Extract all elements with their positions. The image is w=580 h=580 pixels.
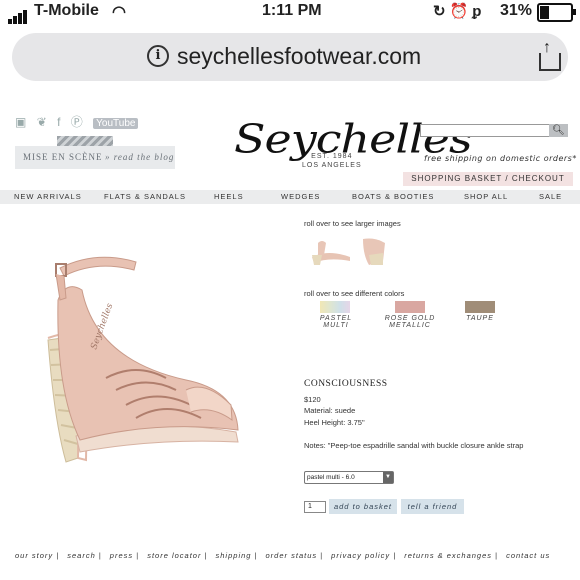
status-icons: ↻⏰ᵱ xyxy=(433,2,485,20)
thumbnail-2[interactable] xyxy=(355,235,401,267)
size-select[interactable]: pastel multi - 6.0 ▼ xyxy=(304,471,394,484)
swatch-rose-gold[interactable] xyxy=(395,301,425,313)
logo-tagline: EST. 1984 LOS ANGELES xyxy=(302,152,362,170)
nav-wedges[interactable]: WEDGES xyxy=(281,190,320,204)
social-links: ▣ ❦ f Ⓟ YouTube xyxy=(15,113,145,130)
product-material: Material: suede xyxy=(304,406,356,415)
signal-icon xyxy=(8,6,28,24)
blog-title: MISE EN SCÈNE xyxy=(23,152,103,162)
carrier-name: T-Mobile xyxy=(34,2,99,19)
footer-contact-us[interactable]: contact us xyxy=(506,551,550,560)
nav-shop-all[interactable]: SHOP ALL xyxy=(464,190,508,204)
footer-privacy-policy[interactable]: privacy policy xyxy=(331,551,390,560)
twitter-icon[interactable]: ❦ xyxy=(37,115,47,129)
tell-a-friend-button[interactable]: tell a friend xyxy=(401,499,464,514)
battery-percent: 31% xyxy=(500,2,533,19)
product-notes: Notes: "Peep-toe espadrille sandal with … xyxy=(304,441,524,450)
footer-order-status[interactable]: order status xyxy=(266,551,318,560)
product-image[interactable]: Seychelles xyxy=(36,240,258,472)
search-input[interactable] xyxy=(420,124,550,137)
roll-images-label: roll over to see larger images xyxy=(304,219,401,228)
footer-returns-exchanges[interactable]: returns & exchanges xyxy=(404,551,492,560)
youtube-icon[interactable]: YouTube xyxy=(93,118,139,129)
add-to-basket-button[interactable]: add to basket xyxy=(329,499,397,514)
blog-banner[interactable]: MISE EN SCÈNE » read the blog xyxy=(15,146,175,169)
free-shipping-note: free shipping on domestic orders* xyxy=(424,154,577,163)
roll-colors-label: roll over to see different colors xyxy=(304,289,405,298)
bluetooth-icon: ᵱ xyxy=(472,3,486,20)
search-icon[interactable]: 🔍︎ xyxy=(549,124,568,137)
nav-flats-sandals[interactable]: FLATS & SANDALS xyxy=(104,190,186,204)
size-select-value: pastel multi - 6.0 xyxy=(307,474,355,481)
url-text[interactable]: seychellesfootwear.com xyxy=(177,43,421,70)
quantity-input[interactable]: 1 xyxy=(304,501,326,513)
washi-tape-decoration xyxy=(57,136,113,146)
share-icon[interactable]: ↑ xyxy=(538,39,561,71)
pinterest-icon[interactable]: Ⓟ xyxy=(71,113,83,130)
chevron-down-icon[interactable]: ▼ xyxy=(383,472,393,483)
address-bar[interactable]: i seychellesfootwear.com ↑ xyxy=(12,33,568,81)
swatch-taupe[interactable] xyxy=(465,301,495,313)
footer-links: our story | search | press | store locator |… xyxy=(15,551,551,560)
main-nav: NEW ARRIVALS FLATS & SANDALS HEELS WEDGE… xyxy=(0,190,580,204)
instagram-icon[interactable]: ▣ xyxy=(15,115,26,129)
alarm-icon: ⏰ xyxy=(449,3,473,20)
product-price: $120 xyxy=(304,395,321,404)
nav-new-arrivals[interactable]: NEW ARRIVALS xyxy=(14,190,82,204)
status-bar: T-Mobile ◠ 1:11 PM ↻⏰ᵱ 31% xyxy=(0,0,580,26)
basket-checkout-link[interactable]: SHOPPING BASKET / CHECKOUT xyxy=(403,172,573,186)
nav-heels[interactable]: HEELS xyxy=(214,190,244,204)
footer-press[interactable]: press xyxy=(110,551,133,560)
wifi-icon: ◠ xyxy=(112,4,126,21)
read-blog-link[interactable]: » read the blog xyxy=(105,146,174,169)
nav-sale[interactable]: SALE xyxy=(539,190,562,204)
logo-city: LOS ANGELES xyxy=(302,162,362,169)
rotation-lock-icon: ↻ xyxy=(433,3,450,20)
footer-store-locator[interactable]: store locator xyxy=(147,551,201,560)
footer-our-story[interactable]: our story xyxy=(15,551,53,560)
swatch-label-pastel: PASTEL MULTI xyxy=(319,315,353,329)
swatch-pastel-multi[interactable] xyxy=(320,301,350,313)
facebook-icon[interactable]: f xyxy=(57,115,60,129)
footer-shipping[interactable]: shipping xyxy=(216,551,252,560)
thumbnail-1[interactable] xyxy=(308,235,354,267)
swatch-label-rose-gold: ROSE GOLD METALLIC xyxy=(384,315,436,329)
nav-boats-booties[interactable]: BOATS & BOOTIES xyxy=(352,190,434,204)
product-name: CONSCIOUSNESS xyxy=(304,379,388,389)
swatch-label-taupe: TAUPE xyxy=(466,315,494,322)
clock: 1:11 PM xyxy=(262,2,322,19)
product-heel-height: Heel Height: 3.75" xyxy=(304,418,365,427)
footer-search[interactable]: search xyxy=(67,551,96,560)
info-icon[interactable]: i xyxy=(147,45,169,67)
logo-est: EST. 1984 xyxy=(311,153,353,160)
battery-icon xyxy=(537,3,576,22)
